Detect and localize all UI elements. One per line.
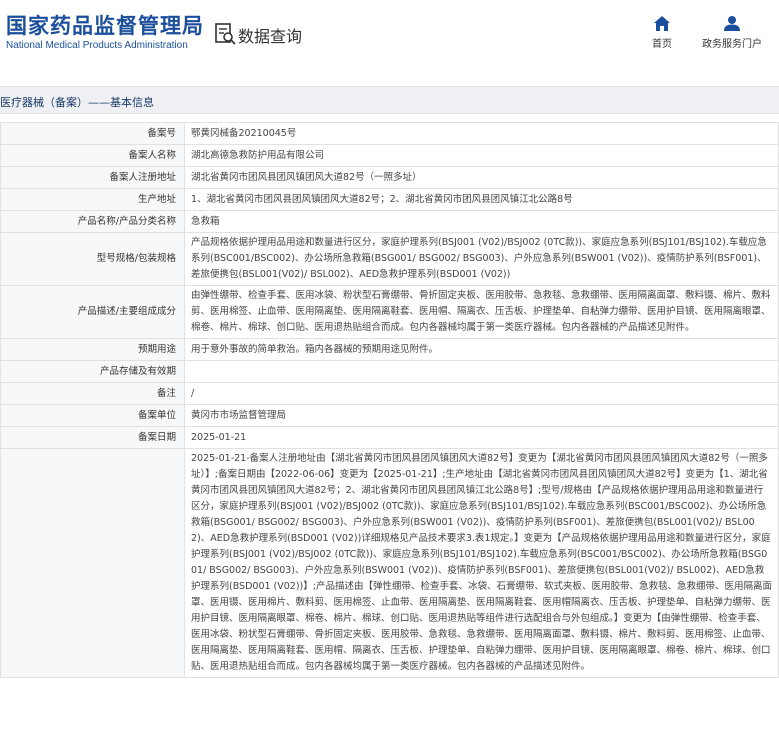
section-header: 医疗器械（备案）——基本信息 [0, 86, 779, 114]
table-row: 产品描述/主要组成成分 由弹性绷带、检查手套、医用冰袋、粉状型石膏绷带、骨折固定… [0, 285, 779, 339]
field-label: 预期用途 [0, 338, 185, 361]
table-row: 备注 / [0, 382, 779, 405]
field-label: 备案人名称 [0, 144, 185, 167]
site-logo-en: National Medical Products Administration [6, 40, 188, 51]
field-label: 型号规格/包装规格 [0, 232, 185, 286]
field-value: 产品规格依据护理用品用途和数量进行区分，家庭护理系列(BSJ001 (V02)/… [184, 232, 779, 286]
nav-service-portal[interactable]: 政务服务门户 [700, 16, 764, 50]
field-label: 备案号 [0, 122, 185, 145]
site-logo-cn[interactable]: 国家药品监督管理局 [6, 10, 204, 40]
data-query-title: 数据查询 [238, 27, 303, 46]
nav-portal-label: 政务服务门户 [702, 39, 762, 50]
table-row: 备案人名称 湖北高德急救防护用品有限公司 [0, 144, 779, 167]
table-row: 生产地址 1、湖北省黄冈市团风县团风镇团风大道82号；2、湖北省黄冈市团风县团风… [0, 188, 779, 211]
field-label: 备案单位 [0, 404, 185, 427]
field-value: 湖北省黄冈市团风县团风镇团风大道82号（一照多址） [184, 166, 779, 189]
field-value: 黄冈市市场监督管理局 [184, 404, 779, 427]
field-value: 用于意外事故的简单救治。箱内各器械的预期用途见附件。 [184, 338, 779, 361]
field-value: / [184, 382, 779, 405]
field-value: 由弹性绷带、检查手套、医用冰袋、粉状型石膏绷带、骨折固定夹板、医用胶带、急救毯、… [184, 285, 779, 339]
data-query-icon [215, 23, 236, 45]
change-history-value: 2025-01-21-备案人注册地址由【湖北省黄冈市团风县团风镇团风大道82号】… [184, 448, 779, 678]
field-value: 湖北高德急救防护用品有限公司 [184, 144, 779, 167]
field-value: 1、湖北省黄冈市团风县团风镇团风大道82号；2、湖北省黄冈市团风县团风镇江北公路… [184, 188, 779, 211]
nav-home[interactable]: 首页 [648, 16, 676, 50]
table-row: 预期用途 用于意外事故的简单救治。箱内各器械的预期用途见附件。 [0, 338, 779, 361]
section-title: 医疗器械（备案）——基本信息 [0, 96, 154, 109]
field-value [184, 360, 779, 383]
table-row: 产品存储及有效期 [0, 360, 779, 383]
home-icon [654, 16, 670, 31]
field-label: 产品存储及有效期 [0, 360, 185, 383]
field-value: 2025-01-21 [184, 426, 779, 449]
field-value: 急救箱 [184, 210, 779, 233]
field-label: 生产地址 [0, 188, 185, 211]
field-label: 产品描述/主要组成成分 [0, 285, 185, 339]
field-label: 备案人注册地址 [0, 166, 185, 189]
field-label: 产品名称/产品分类名称 [0, 210, 185, 233]
user-icon [724, 16, 740, 31]
field-value: 鄂黄冈械备20210045号 [184, 122, 779, 145]
site-header: 国家药品监督管理局 National Medical Products Admi… [0, 0, 779, 70]
table-row: 产品名称/产品分类名称 急救箱 [0, 210, 779, 233]
table-row: 备案日期 2025-01-21 [0, 426, 779, 449]
detail-table: 备案号 鄂黄冈械备20210045号 备案人名称 湖北高德急救防护用品有限公司 … [0, 122, 779, 678]
table-row: 备案单位 黄冈市市场监督管理局 [0, 404, 779, 427]
field-label: 备案日期 [0, 426, 185, 449]
table-row: 备案号 鄂黄冈械备20210045号 [0, 122, 779, 145]
table-row: 备案人注册地址 湖北省黄冈市团风县团风镇团风大道82号（一照多址） [0, 166, 779, 189]
table-row: 型号规格/包装规格 产品规格依据护理用品用途和数量进行区分，家庭护理系列(BSJ… [0, 232, 779, 286]
nav-home-label: 首页 [652, 39, 672, 50]
table-row-change-history: 2025-01-21-备案人注册地址由【湖北省黄冈市团风县团风镇团风大道82号】… [0, 448, 779, 678]
field-label [0, 448, 185, 678]
field-label: 备注 [0, 382, 185, 405]
